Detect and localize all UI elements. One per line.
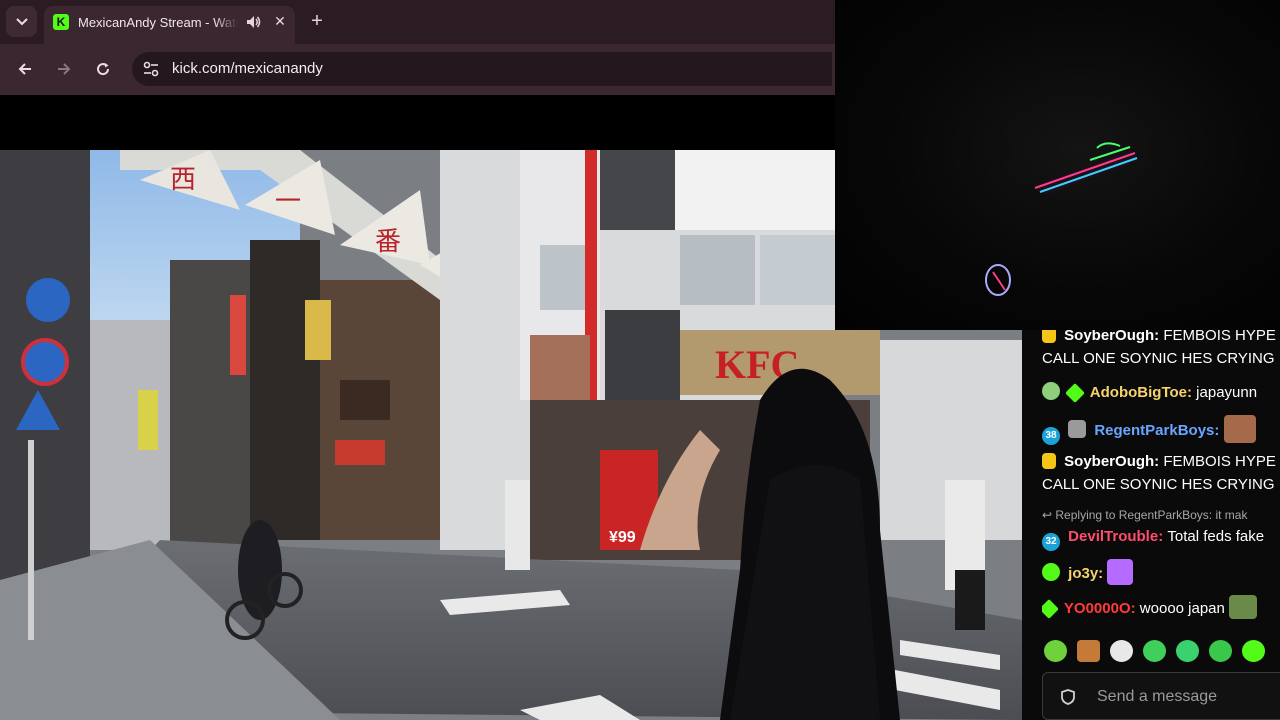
emote-5-icon[interactable] bbox=[1176, 640, 1199, 662]
chat-input-box[interactable] bbox=[1042, 672, 1280, 720]
reply-text: Replying to RegentParkBoys: it mak bbox=[1055, 508, 1248, 522]
speaker-icon[interactable] bbox=[244, 13, 262, 31]
webcam-overlay bbox=[835, 0, 1280, 330]
browser-tab[interactable]: K MexicanAndy Stream - Watch Live ✕ bbox=[44, 6, 295, 44]
chat-username[interactable]: RegentParkBoys: bbox=[1094, 422, 1219, 439]
chat-text: CALL ONE SOYNIC HES CRYING bbox=[1042, 476, 1275, 493]
screen: K MexicanAndy Stream - Watch Live ✕ + bbox=[0, 0, 1280, 720]
chat-panel: SoyberOugh: FEMBOIS HYPE CALL ONE SOYNIC… bbox=[1022, 330, 1280, 720]
face-emote-icon bbox=[1223, 415, 1256, 443]
subscriber-badge-icon: 38 bbox=[1042, 427, 1060, 445]
chat-text: FEMBOIS HYPE bbox=[1163, 453, 1276, 470]
chat-text: Total feds fake bbox=[1167, 528, 1265, 545]
arch-sign-1: 西 bbox=[170, 165, 196, 195]
url-text: kick.com/mexicanandy bbox=[172, 60, 323, 77]
chat-username[interactable]: jo3y: bbox=[1068, 565, 1103, 582]
chat-username[interactable]: AdoboBigToe: bbox=[1090, 384, 1192, 401]
address-bar[interactable]: kick.com/mexicanandy bbox=[132, 52, 832, 86]
tab-strip: K MexicanAndy Stream - Watch Live ✕ + bbox=[0, 0, 835, 44]
tab-search-chevron-down-icon[interactable] bbox=[6, 6, 37, 37]
chat-message-input[interactable] bbox=[1097, 685, 1277, 709]
badge-icon bbox=[1042, 330, 1056, 343]
kick-favicon-icon: K bbox=[53, 14, 69, 30]
subscriber-badge-icon: 32 bbox=[1042, 533, 1060, 551]
back-arrow-left-icon[interactable] bbox=[11, 55, 39, 83]
browser-window: K MexicanAndy Stream - Watch Live ✕ + bbox=[0, 0, 835, 95]
chat-username[interactable]: SoyberOugh: bbox=[1064, 453, 1159, 470]
chat-message: jo3y: bbox=[1042, 559, 1280, 589]
butterfly-emote-icon bbox=[1107, 559, 1134, 585]
rgb-keyboard-image bbox=[985, 142, 1140, 296]
emote-3-icon[interactable] bbox=[1110, 640, 1133, 662]
chat-message-continued: CALL ONE SOYNIC HES CRYING bbox=[1042, 347, 1280, 370]
chat-username[interactable]: DevilTrouble: bbox=[1068, 528, 1163, 545]
arch-sign-3: 番 bbox=[375, 227, 401, 257]
chat-username[interactable]: SoyberOugh: bbox=[1064, 330, 1159, 344]
tool-badge-icon bbox=[1068, 420, 1087, 438]
emote-badge-icon bbox=[1042, 382, 1060, 400]
emote-2-icon[interactable] bbox=[1077, 640, 1100, 662]
verified-badge-icon bbox=[1042, 563, 1060, 581]
chat-text: japayunn bbox=[1196, 384, 1258, 401]
emote-4-icon[interactable] bbox=[1143, 640, 1166, 662]
emote-7-icon[interactable] bbox=[1242, 640, 1265, 662]
sparkle-badge-icon bbox=[1065, 383, 1086, 403]
chat-message: 38 RegentParkBoys: bbox=[1042, 415, 1280, 445]
new-tab-plus-icon[interactable]: + bbox=[304, 8, 330, 34]
sparkle-badge-icon bbox=[1042, 599, 1059, 619]
chat-text: FEMBOIS HYPE bbox=[1163, 330, 1276, 344]
close-icon[interactable]: ✕ bbox=[270, 11, 290, 31]
emote-1-icon[interactable] bbox=[1044, 640, 1067, 662]
pepe-emote-icon bbox=[1229, 595, 1258, 619]
badge-icon bbox=[1042, 453, 1056, 469]
chat-message-continued: CALL ONE SOYNIC HES CRYING bbox=[1042, 473, 1280, 496]
price-poster: ¥99 bbox=[609, 529, 636, 546]
chat-message: YO0000O: woooo japan bbox=[1042, 595, 1280, 625]
chat-message: 32 DevilTrouble: Total feds fake bbox=[1042, 525, 1280, 551]
site-info-tune-icon[interactable] bbox=[142, 60, 160, 78]
reply-preview[interactable]: ↩ Replying to RegentParkBoys: it mak bbox=[1042, 508, 1280, 522]
browser-toolbar: kick.com/mexicanandy bbox=[0, 44, 835, 95]
chat-text: woooo japan bbox=[1139, 600, 1225, 617]
reload-icon[interactable] bbox=[89, 55, 117, 83]
chat-message: SoyberOugh: FEMBOIS HYPE bbox=[1042, 330, 1280, 347]
arch-sign-2: 一 bbox=[275, 187, 301, 217]
tab-title: MexicanAndy Stream - Watch Live bbox=[78, 15, 238, 30]
emote-6-icon[interactable] bbox=[1209, 640, 1232, 662]
chat-username[interactable]: YO0000O: bbox=[1064, 600, 1136, 617]
shield-icon[interactable] bbox=[1061, 689, 1075, 705]
chat-message: AdoboBigToe: japayunn bbox=[1042, 381, 1280, 404]
chat-text: CALL ONE SOYNIC HES CRYING bbox=[1042, 350, 1275, 367]
forward-arrow-right-icon[interactable] bbox=[50, 55, 78, 83]
reply-arrow-icon: ↩ bbox=[1042, 508, 1056, 522]
emote-quick-bar bbox=[1044, 640, 1280, 664]
chat-message: SoyberOugh: FEMBOIS HYPE bbox=[1042, 450, 1280, 473]
